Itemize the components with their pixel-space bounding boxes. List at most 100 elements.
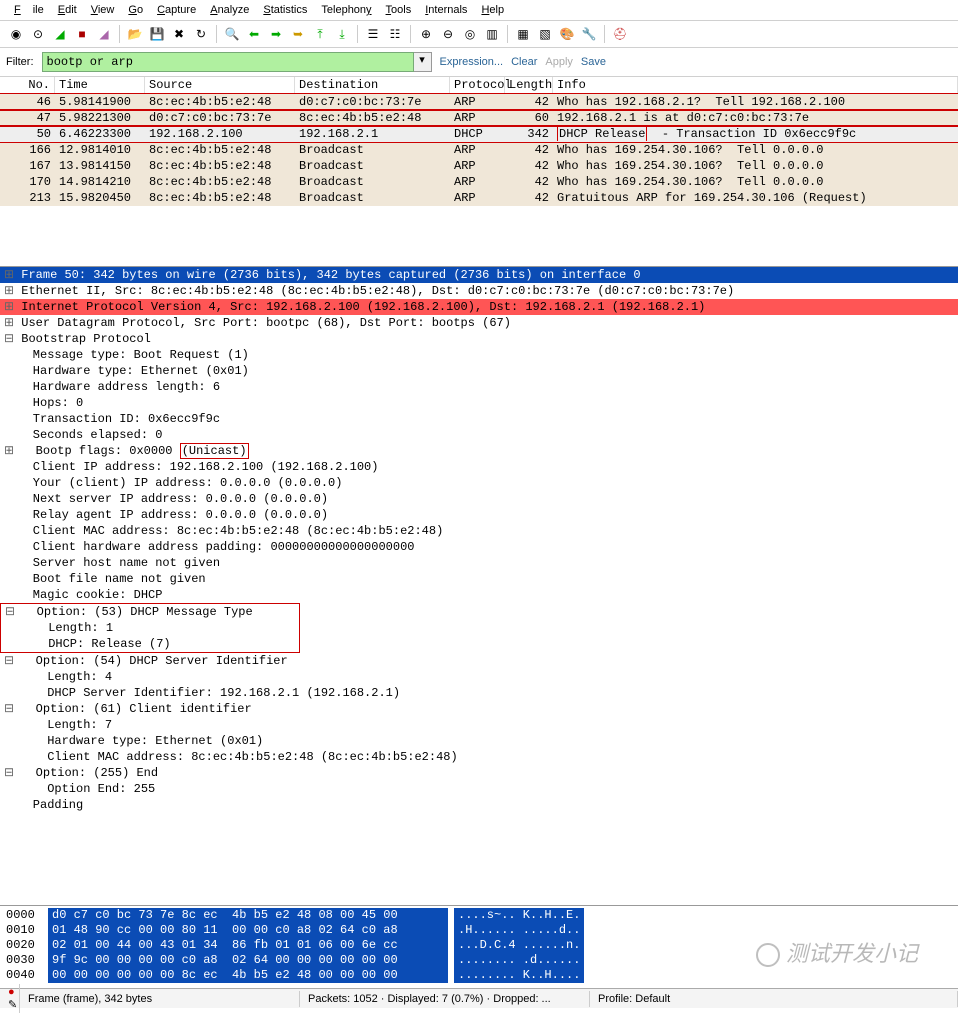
packet-row[interactable]: 465.981419008c:ec:4b:b5:e2:48d0:c7:c0:bc… (0, 94, 958, 110)
filter-input[interactable] (42, 52, 414, 72)
menu-edit[interactable]: Edit (52, 2, 83, 18)
display-filters-icon[interactable]: ▧ (535, 24, 555, 44)
find-icon[interactable]: 🔍 (222, 24, 242, 44)
detail-line[interactable]: Hardware address length: 6 (0, 379, 958, 395)
detail-line[interactable]: Relay agent IP address: 0.0.0.0 (0.0.0.0… (0, 507, 958, 523)
go-forward-icon[interactable]: ➡ (266, 24, 286, 44)
edit-icon[interactable]: ✎ (8, 999, 17, 1011)
reload-icon[interactable]: ↻ (191, 24, 211, 44)
hex-dump[interactable]: 0000d0 c7 c0 bc 73 7e 8c ec 4b b5 e2 48 … (0, 906, 958, 988)
col-destination[interactable]: Destination (295, 77, 450, 93)
detail-line[interactable]: Frame 50: 342 bytes on wire (2736 bits),… (0, 267, 958, 283)
detail-line[interactable]: Server host name not given (0, 555, 958, 571)
menu-analyze[interactable]: Analyze (204, 2, 255, 18)
autoscroll-icon[interactable]: ☷ (385, 24, 405, 44)
filter-save-link[interactable]: Save (581, 56, 606, 68)
packet-row[interactable]: 21315.98204508c:ec:4b:b5:e2:48BroadcastA… (0, 190, 958, 206)
detail-line[interactable]: Option: (61) Client identifier (0, 701, 958, 717)
detail-line[interactable]: Client MAC address: 8c:ec:4b:b5:e2:48 (8… (0, 749, 958, 765)
resize-columns-icon[interactable]: ▥ (482, 24, 502, 44)
detail-line[interactable]: Length: 4 (0, 669, 958, 685)
detail-line[interactable]: Internet Protocol Version 4, Src: 192.16… (0, 299, 958, 315)
hex-line[interactable]: 002002 01 00 44 00 43 01 34 86 fb 01 01 … (0, 938, 958, 953)
hex-line[interactable]: 00309f 9c 00 00 00 00 c0 a8 02 64 00 00 … (0, 953, 958, 968)
detail-line[interactable]: Hardware type: Ethernet (0x01) (0, 733, 958, 749)
detail-line[interactable]: Client hardware address padding: 0000000… (0, 539, 958, 555)
detail-line[interactable]: DHCP Server Identifier: 192.168.2.1 (192… (0, 685, 958, 701)
menu-go[interactable]: Go (122, 2, 149, 18)
packet-list[interactable]: No. Time Source Destination Protocol Len… (0, 77, 958, 267)
zoom-in-icon[interactable]: ⊕ (416, 24, 436, 44)
detail-line[interactable]: Padding (0, 797, 958, 813)
detail-line[interactable]: Length: 7 (0, 717, 958, 733)
menu-view[interactable]: View (85, 2, 121, 18)
restart-capture-icon[interactable]: ◢ (94, 24, 114, 44)
detail-line[interactable]: Bootp flags: 0x0000 (Unicast) (0, 443, 958, 459)
col-time[interactable]: Time (55, 77, 145, 93)
stop-capture-icon[interactable]: ■ (72, 24, 92, 44)
zoom-out-icon[interactable]: ⊖ (438, 24, 458, 44)
filter-apply-link[interactable]: Apply (545, 56, 573, 68)
detail-line[interactable]: Hardware type: Ethernet (0x01) (0, 363, 958, 379)
detail-line[interactable]: Client MAC address: 8c:ec:4b:b5:e2:48 (8… (0, 523, 958, 539)
detail-line[interactable]: Client IP address: 192.168.2.100 (192.16… (0, 459, 958, 475)
col-no[interactable]: No. (0, 77, 55, 93)
col-protocol[interactable]: Protocol (450, 77, 505, 93)
detail-line[interactable]: Transaction ID: 0x6ecc9f9c (0, 411, 958, 427)
close-file-icon[interactable]: ✖ (169, 24, 189, 44)
packet-row[interactable]: 475.98221300d0:c7:c0:bc:73:7e8c:ec:4b:b5… (0, 110, 958, 126)
menu-file[interactable]: File (8, 2, 50, 18)
menu-internals[interactable]: Internals (419, 2, 473, 18)
preferences-icon[interactable]: 🔧 (579, 24, 599, 44)
filter-expression-link[interactable]: Expression... (440, 56, 504, 68)
zoom-reset-icon[interactable]: ◎ (460, 24, 480, 44)
detail-line[interactable]: Option: (53) DHCP Message Type (0, 603, 300, 620)
detail-line[interactable]: Ethernet II, Src: 8c:ec:4b:b5:e2:48 (8c:… (0, 283, 958, 299)
help-icon[interactable]: ⛑ (610, 24, 630, 44)
detail-line[interactable]: Option End: 255 (0, 781, 958, 797)
detail-line[interactable]: Option: (54) DHCP Server Identifier (0, 653, 958, 669)
hex-line[interactable]: 004000 00 00 00 00 00 8c ec 4b b5 e2 48 … (0, 968, 958, 983)
menu-telephony[interactable]: Telephony (315, 2, 377, 18)
detail-line[interactable]: Seconds elapsed: 0 (0, 427, 958, 443)
col-info[interactable]: Info (553, 77, 958, 93)
detail-line[interactable]: Option: (255) End (0, 765, 958, 781)
filter-dropdown-icon[interactable]: ▾ (414, 52, 432, 72)
col-source[interactable]: Source (145, 77, 295, 93)
goto-icon[interactable]: ➥ (288, 24, 308, 44)
detail-line[interactable]: Length: 1 (0, 620, 300, 636)
hex-line[interactable]: 0000d0 c7 c0 bc 73 7e 8c ec 4b b5 e2 48 … (0, 908, 958, 923)
menu-help[interactable]: Help (475, 2, 510, 18)
menu-statistics[interactable]: Statistics (257, 2, 313, 18)
filter-clear-link[interactable]: Clear (511, 56, 537, 68)
menu-capture[interactable]: Capture (151, 2, 202, 18)
options-icon[interactable]: ⊙ (28, 24, 48, 44)
coloring-rules-icon[interactable]: 🎨 (557, 24, 577, 44)
open-file-icon[interactable]: 📂 (125, 24, 145, 44)
detail-line[interactable]: Boot file name not given (0, 571, 958, 587)
go-last-icon[interactable]: ⤓ (332, 24, 352, 44)
packet-row[interactable]: 506.46223300192.168.2.100192.168.2.1DHCP… (0, 126, 958, 142)
packet-row[interactable]: 17014.98142108c:ec:4b:b5:e2:48BroadcastA… (0, 174, 958, 190)
detail-line[interactable]: Your (client) IP address: 0.0.0.0 (0.0.0… (0, 475, 958, 491)
packet-details[interactable]: Frame 50: 342 bytes on wire (2736 bits),… (0, 267, 958, 906)
detail-line[interactable]: Next server IP address: 0.0.0.0 (0.0.0.0… (0, 491, 958, 507)
detail-line[interactable]: DHCP: Release (7) (0, 636, 300, 653)
interfaces-icon[interactable]: ◉ (6, 24, 26, 44)
menu-tools[interactable]: Tools (380, 2, 418, 18)
detail-line[interactable]: Magic cookie: DHCP (0, 587, 958, 603)
go-back-icon[interactable]: ⬅ (244, 24, 264, 44)
detail-line[interactable]: Message type: Boot Request (1) (0, 347, 958, 363)
packet-row[interactable]: 16612.98140108c:ec:4b:b5:e2:48BroadcastA… (0, 142, 958, 158)
packet-row[interactable]: 16713.98141508c:ec:4b:b5:e2:48BroadcastA… (0, 158, 958, 174)
go-first-icon[interactable]: ⤒ (310, 24, 330, 44)
colorize-icon[interactable]: ☰ (363, 24, 383, 44)
col-length[interactable]: Length (505, 77, 553, 93)
detail-line[interactable]: User Datagram Protocol, Src Port: bootpc… (0, 315, 958, 331)
detail-line[interactable]: Bootstrap Protocol (0, 331, 958, 347)
capture-filters-icon[interactable]: ▦ (513, 24, 533, 44)
status-profile[interactable]: Profile: Default (590, 991, 958, 1007)
save-file-icon[interactable]: 💾 (147, 24, 167, 44)
expert-info-icon[interactable]: ● (8, 986, 15, 998)
detail-line[interactable]: Hops: 0 (0, 395, 958, 411)
